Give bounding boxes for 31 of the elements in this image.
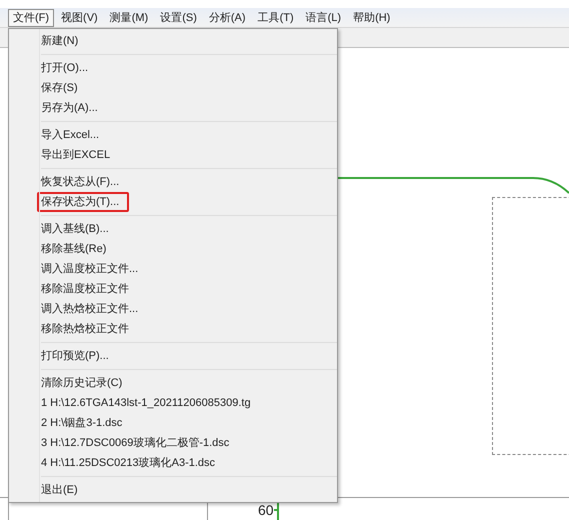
menu-item[interactable]: 调入基线(B)... (37, 219, 119, 239)
menu-bar-item[interactable]: 测量(M) (104, 8, 154, 26)
menu-item[interactable]: 清除历史记录(C) (37, 373, 132, 393)
menu-item[interactable]: 1 H:\12.6TGA143lst-1_20211206085309.tg (37, 393, 261, 413)
menu-item[interactable]: 调入温度校正文件... (37, 259, 148, 279)
menu-bar-item[interactable]: 分析(A) (204, 8, 251, 26)
menu-item[interactable]: 移除热焓校正文件 (37, 319, 139, 339)
menu-bar-item[interactable]: 工具(T) (252, 8, 299, 26)
menu-item[interactable]: 恢复状态从(F)... (37, 172, 130, 192)
menu-item[interactable]: 另存为(A)... (37, 98, 108, 118)
menu-item[interactable]: 4 H:\11.25DSC0213玻璃化A3-1.dsc (37, 453, 226, 473)
axis-tick-icon (274, 501, 280, 520)
menu-item[interactable]: 导入Excel... (37, 125, 110, 145)
menu-item[interactable]: 打开(O)... (37, 58, 98, 78)
menu-bar-item[interactable]: 视图(V) (56, 8, 103, 26)
menu-bar-item[interactable]: 帮助(H) (348, 8, 396, 26)
menu-item[interactable]: 保存状态为(T)... (37, 192, 130, 212)
menu-item[interactable]: 导出到EXCEL (37, 145, 120, 165)
menu-item[interactable]: 调入热焓校正文件... (37, 299, 148, 319)
axis-label: 60 (258, 501, 274, 519)
menu-item[interactable]: 退出(E) (37, 480, 88, 500)
menu-bar-item[interactable]: 设置(S) (155, 8, 202, 26)
menu-item[interactable]: 保存(S) (37, 78, 88, 98)
menu-item[interactable]: 打印预览(P)... (37, 346, 119, 366)
menu-item[interactable]: 移除基线(Re) (37, 239, 116, 259)
menu-item[interactable]: 移除温度校正文件 (37, 279, 139, 299)
menu-item[interactable]: 新建(N) (37, 31, 88, 51)
menu-bar-item[interactable]: 文件(F) (8, 8, 54, 26)
menu-item[interactable]: 2 H:\铟盘3-1.dsc (37, 413, 132, 433)
menu-item[interactable]: 3 H:\12.7DSC0069玻璃化二极管-1.dsc (37, 433, 240, 453)
menu-bar-item[interactable]: 语言(L) (300, 8, 346, 26)
